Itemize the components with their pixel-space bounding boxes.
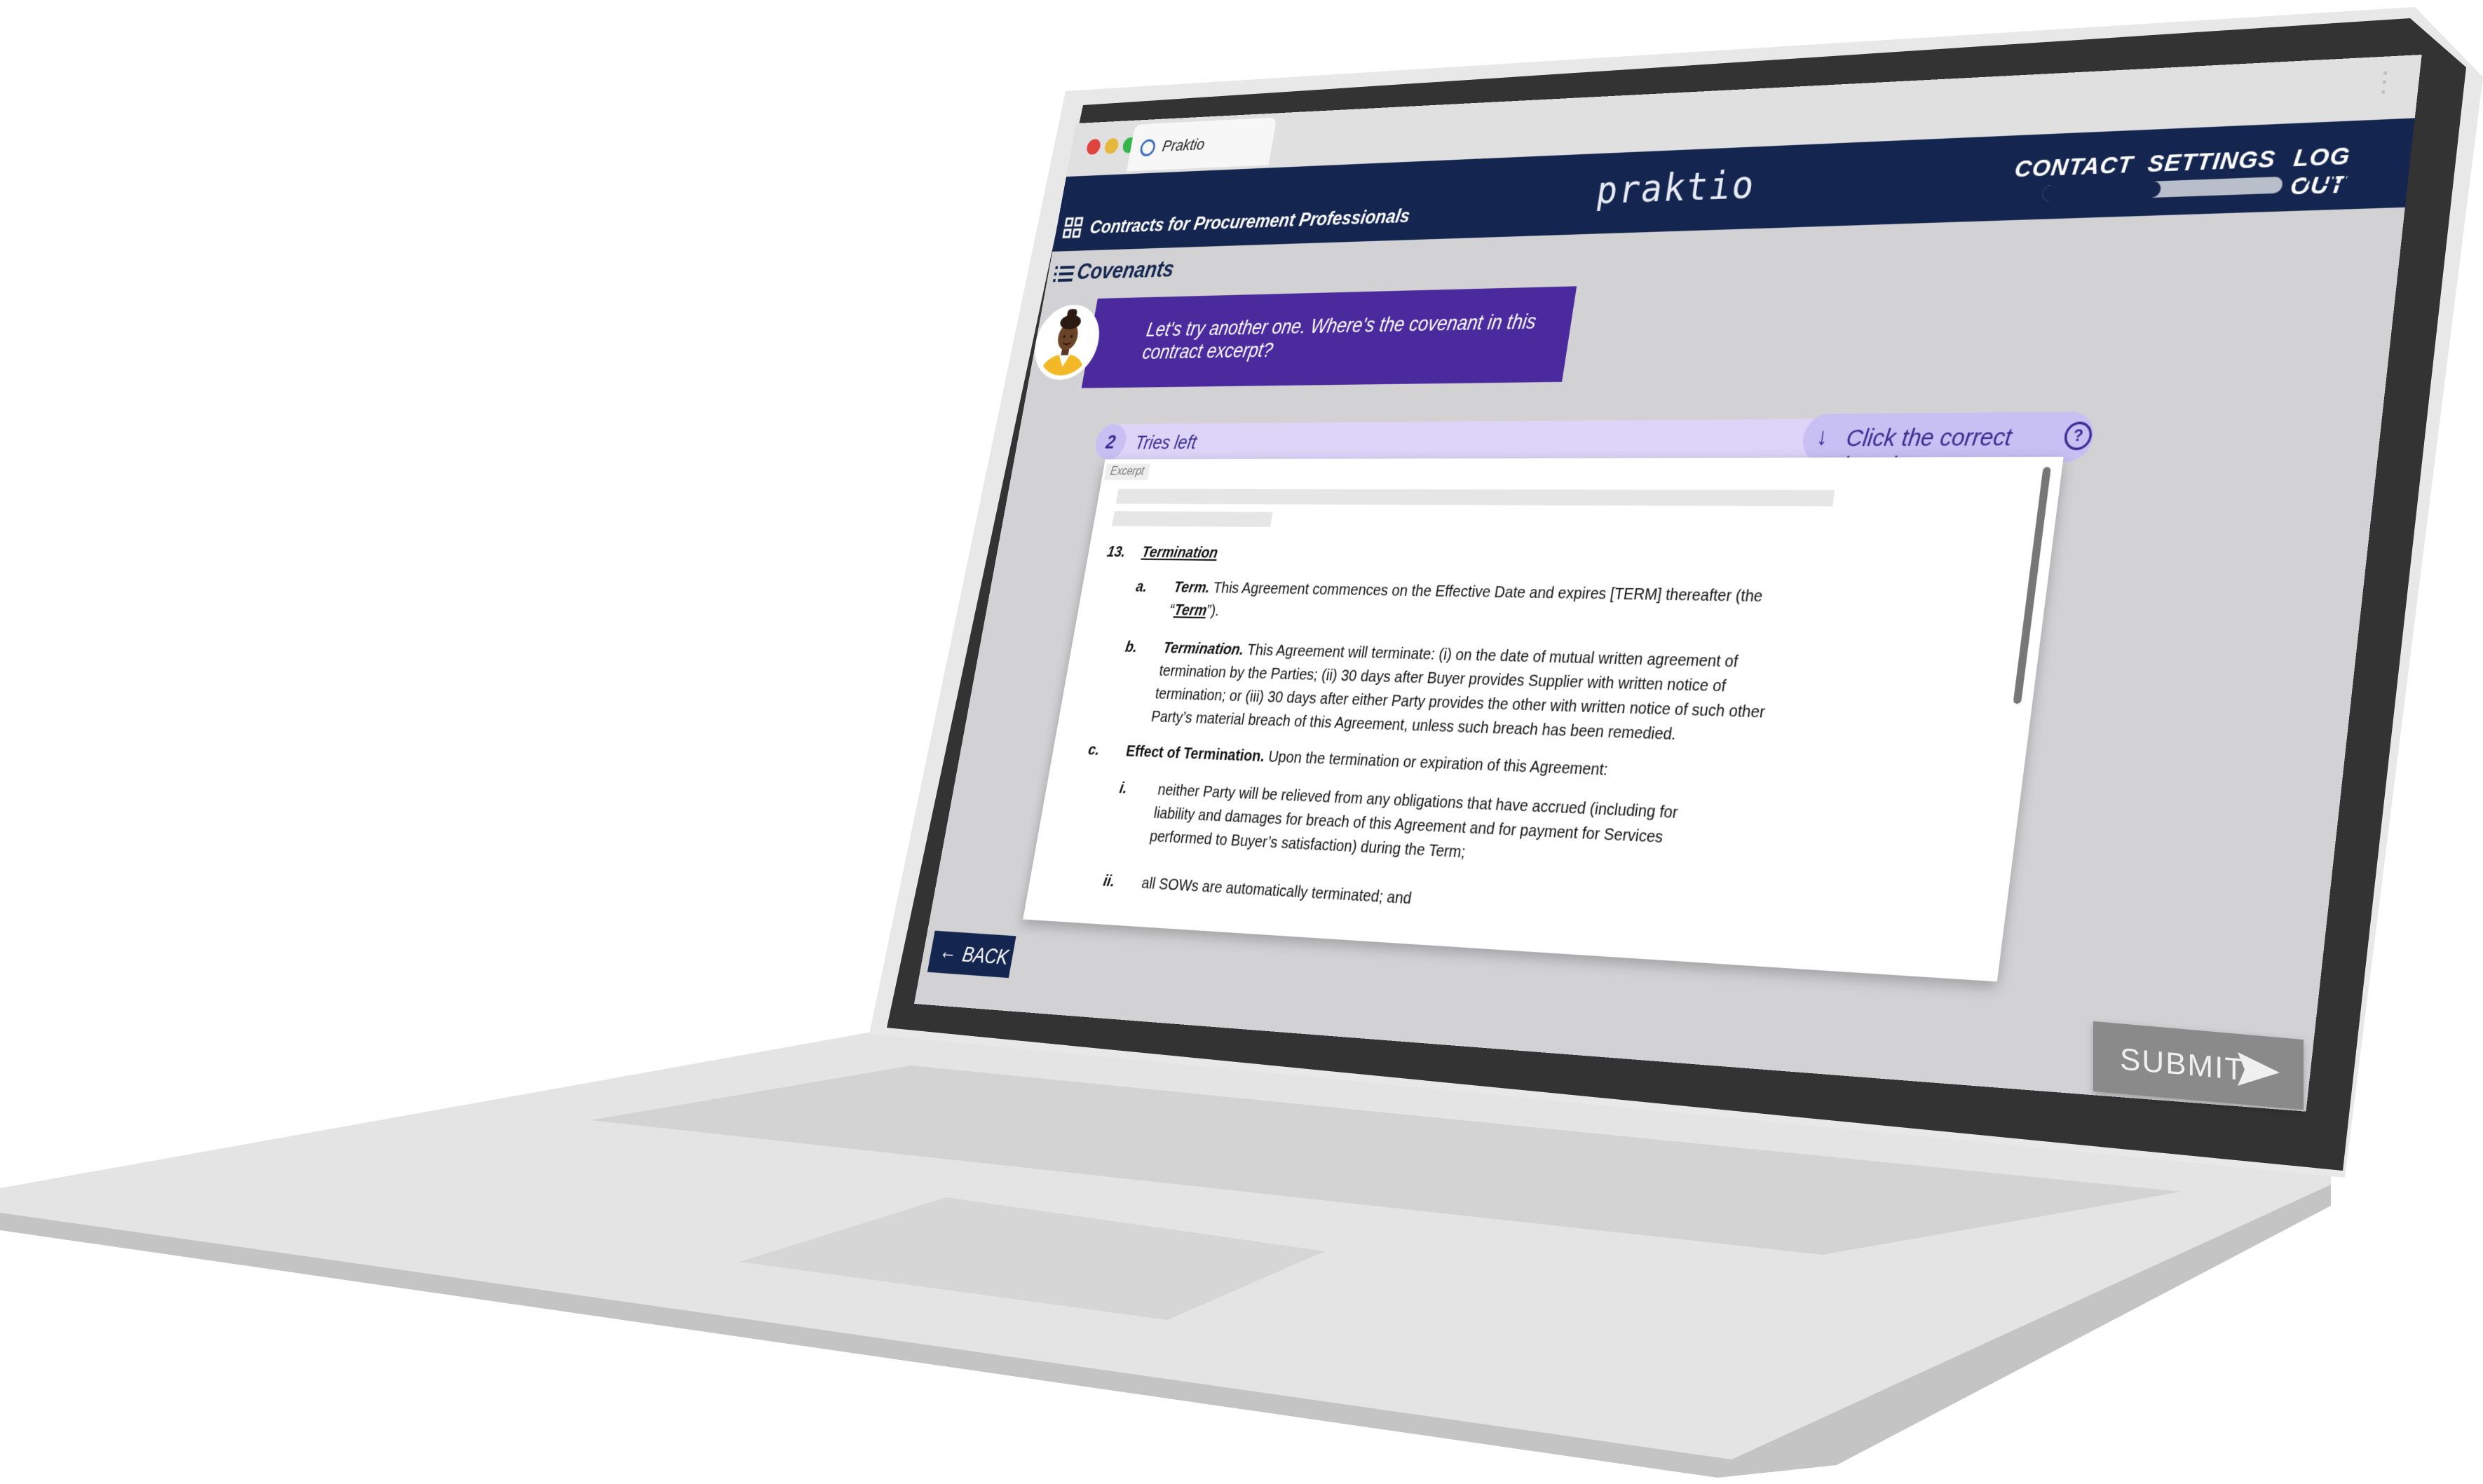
clause-text: ”). [1205,601,1221,620]
clause-heading[interactable]: Termination [1140,541,1219,564]
arrow-down-icon: ↓ [1814,423,1830,451]
back-button[interactable]: ← BACK [927,930,1016,979]
tries-label: Tries left [1133,430,1199,454]
clause-number: 13. [1106,543,1127,561]
clause-number: c. [1087,740,1101,759]
subclause-i[interactable]: neither Party will be relieved from any … [1148,778,1943,890]
clause-number: i. [1118,779,1129,798]
minimize-window-dot[interactable] [1103,137,1120,154]
close-window-dot[interactable] [1085,138,1102,155]
arrow-left-icon: ← [937,939,960,965]
progress-text: 5/10 [2294,161,2350,193]
section-title: Covenants [1075,256,1176,285]
browser-tab[interactable]: Praktio [1127,117,1277,172]
clause-number: b. [1124,638,1139,656]
clause-text: This Agreement commences on the Effectiv… [1211,578,1764,606]
task-bar: 2 Tries left ↓ Click the correct locatio… [1093,411,2097,479]
placeholder-line [1112,511,1273,527]
clause-number: ii. [1101,871,1117,891]
tutor-message: Let's try another one. Where's the coven… [1141,310,1538,364]
scrollbar[interactable] [2013,467,2051,704]
speech-bubble: Let's try another one. Where's the coven… [1081,286,1577,388]
send-arrow-icon [2238,1051,2280,1086]
clause-title: Effect of Termination. [1124,742,1267,765]
clause-title: Term. [1172,578,1212,597]
clause-number: a. [1134,578,1149,596]
clause-text: Upon the termination or expiration of th… [1267,747,1610,780]
instruction-pill: ↓ Click the correct location ? [1800,411,2097,479]
back-label: BACK [960,942,1011,969]
browser-menu-icon[interactable]: ⋮ [2369,66,2401,99]
nav-contact[interactable]: CONTACT [2013,151,2135,184]
placeholder-line [1115,489,1835,507]
list-icon[interactable] [1052,262,1075,289]
contract-excerpt[interactable]: Excerpt 13. Termination a. Term. This Ag… [1023,456,2064,982]
screen: Praktio ⋮ Contracts for Procurement Prof… [913,54,2422,1112]
praktio-favicon-icon [1138,139,1157,157]
excerpt-tag: Excerpt [1103,463,1151,480]
term-clause[interactable]: Term. This Agreement commences on the Ef… [1168,576,1949,637]
nav-settings[interactable]: SETTINGS [2146,145,2278,178]
tries-count: 2 [1093,423,1129,460]
tab-label: Praktio [1161,135,1206,155]
submit-label: SUBMIT [2120,1042,2245,1087]
termination-clause[interactable]: Termination. This Agreement will termina… [1150,637,1980,757]
defined-term: Term [1173,601,1209,620]
clause-title: Termination. [1162,639,1246,659]
